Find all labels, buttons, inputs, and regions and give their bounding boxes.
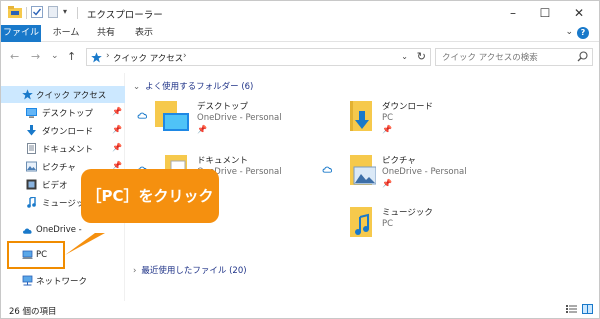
desktop-icon — [26, 108, 37, 118]
cloud-icon — [137, 112, 148, 119]
address-dropdown-icon[interactable]: ⌄ — [401, 52, 408, 61]
expand-chevron-icon[interactable]: › — [133, 266, 136, 276]
forward-button[interactable]: → — [31, 50, 40, 63]
recent-files-header[interactable]: › 最近使用したファイル (20) — [133, 264, 247, 276]
music-folder-icon — [350, 207, 372, 237]
window-title: エクスプローラー — [87, 10, 163, 21]
address-bar[interactable]: › クイック アクセス › ⌄ ↻ — [86, 48, 431, 66]
sidebar-item-onedrive[interactable]: OneDrive - — [1, 222, 125, 239]
pin-icon: 📌 — [382, 125, 392, 134]
chevron-right-icon[interactable]: › — [183, 51, 187, 61]
sidebar-item-documents[interactable]: ドキュメント 📌 — [1, 140, 125, 157]
callout-text: ［PC］をクリック — [86, 187, 214, 205]
help-icon[interactable]: ? — [577, 27, 589, 39]
up-button[interactable]: ↑ — [67, 50, 76, 63]
address-row: ← → ⌄ ↑ › クイック アクセス › ⌄ ↻ — [1, 43, 599, 71]
group-title: よく使用するフォルダー (6) — [145, 82, 254, 92]
download-icon — [27, 125, 36, 136]
tab-view[interactable]: 表示 — [129, 25, 159, 42]
quick-access-star-icon — [91, 52, 102, 63]
document-icon — [27, 143, 36, 154]
explorer-window: ▾ エクスプローラー – ☐ ✕ ファイル ホーム 共有 表示 ⌄ ? ← → … — [0, 0, 600, 319]
group-title: 最近使用したファイル (20) — [141, 266, 247, 276]
folder-location: OneDrive - Personal — [382, 167, 467, 177]
close-button[interactable]: ✕ — [565, 4, 593, 22]
collapse-chevron-icon[interactable]: ⌄ — [133, 82, 140, 92]
cloud-icon — [322, 166, 333, 173]
sidebar-item-label: ドキュメント — [42, 145, 94, 155]
folder-location: OneDrive - Personal — [197, 113, 282, 123]
pictures-folder-icon — [350, 155, 376, 185]
chevron-right-icon[interactable]: › — [106, 51, 110, 61]
pin-icon[interactable]: 📌 — [112, 143, 122, 152]
customize-quick-access-icon[interactable]: ▾ — [63, 7, 67, 16]
folder-tile-desktop[interactable]: デスクトップ OneDrive - Personal 📌 — [137, 99, 337, 149]
recent-locations-icon[interactable]: ⌄ — [51, 51, 59, 61]
folder-icon — [8, 6, 22, 18]
search-icon[interactable] — [577, 51, 588, 62]
pin-icon: 📌 — [197, 125, 207, 134]
sidebar-item-label: デスクトップ — [42, 109, 94, 119]
tab-share[interactable]: 共有 — [91, 25, 121, 42]
sidebar-item-downloads[interactable]: ダウンロード 📌 — [1, 122, 125, 139]
search-input[interactable] — [442, 51, 572, 64]
folder-tile-music[interactable]: ミュージック PC — [322, 205, 522, 255]
sidebar-item-label: クイック アクセス — [36, 91, 107, 101]
search-box[interactable] — [435, 48, 593, 66]
quick-access-star-icon — [22, 89, 33, 100]
maximize-button[interactable]: ☐ — [531, 4, 559, 22]
pin-icon[interactable]: 📌 — [112, 125, 122, 134]
minimize-button[interactable]: – — [499, 4, 527, 22]
back-button[interactable]: ← — [10, 50, 19, 63]
folder-name: デスクトップ — [197, 102, 249, 112]
download-folder-icon — [350, 101, 372, 131]
expand-ribbon-icon[interactable]: ⌄ — [565, 27, 573, 37]
folder-location: PC — [382, 113, 394, 123]
instruction-callout: ［PC］をクリック — [81, 169, 219, 223]
breadcrumb[interactable]: クイック アクセス — [113, 52, 183, 64]
sidebar-item-quick-access[interactable]: クイック アクセス — [1, 86, 125, 103]
folder-tile-downloads[interactable]: ダウンロード PC 📌 — [322, 99, 522, 149]
sidebar-item-network[interactable]: ネットワーク — [1, 272, 125, 289]
desktop-folder-icon — [155, 101, 189, 131]
item-count: 26 個の項目 — [9, 307, 57, 317]
sidebar-item-desktop[interactable]: デスクトップ 📌 — [1, 104, 125, 121]
pc-highlight-box — [7, 241, 65, 269]
properties-icon[interactable] — [31, 6, 43, 18]
divider — [77, 7, 78, 19]
pin-icon: 📌 — [382, 179, 392, 188]
new-folder-icon[interactable] — [48, 6, 58, 18]
pictures-icon — [26, 161, 37, 172]
folder-name: ドキュメント — [197, 156, 249, 166]
folder-name: ピクチャ — [382, 156, 416, 166]
tab-file[interactable]: ファイル — [1, 25, 41, 42]
sidebar-item-label: ネットワーク — [36, 277, 88, 287]
folder-location: PC — [382, 219, 394, 229]
video-icon — [26, 179, 37, 190]
music-icon — [27, 197, 36, 208]
status-bar: 26 個の項目 — [1, 301, 599, 318]
folder-name: ミュージック — [382, 208, 433, 218]
title-bar: ▾ エクスプローラー – ☐ ✕ — [1, 1, 599, 25]
network-icon — [22, 275, 33, 286]
ribbon-tabs: ファイル ホーム 共有 表示 ⌄ ? — [1, 25, 599, 42]
details-view-icon[interactable] — [566, 304, 577, 314]
frequent-folders-header[interactable]: ⌄ よく使用するフォルダー (6) — [133, 80, 253, 92]
sidebar-item-label: ピクチャ — [42, 163, 76, 173]
onedrive-icon — [23, 228, 32, 234]
refresh-icon[interactable]: ↻ — [417, 50, 426, 63]
pin-icon[interactable]: 📌 — [112, 107, 122, 116]
sidebar-item-label: ダウンロード — [42, 127, 94, 137]
divider — [26, 7, 27, 19]
sidebar-item-label: ビデオ — [42, 181, 68, 191]
folder-tile-pictures[interactable]: ピクチャ OneDrive - Personal 📌 — [322, 153, 522, 203]
folder-name: ダウンロード — [382, 102, 434, 112]
tab-home[interactable]: ホーム — [49, 25, 83, 42]
callout-pointer — [65, 233, 105, 255]
large-icons-view-icon[interactable] — [582, 304, 593, 314]
